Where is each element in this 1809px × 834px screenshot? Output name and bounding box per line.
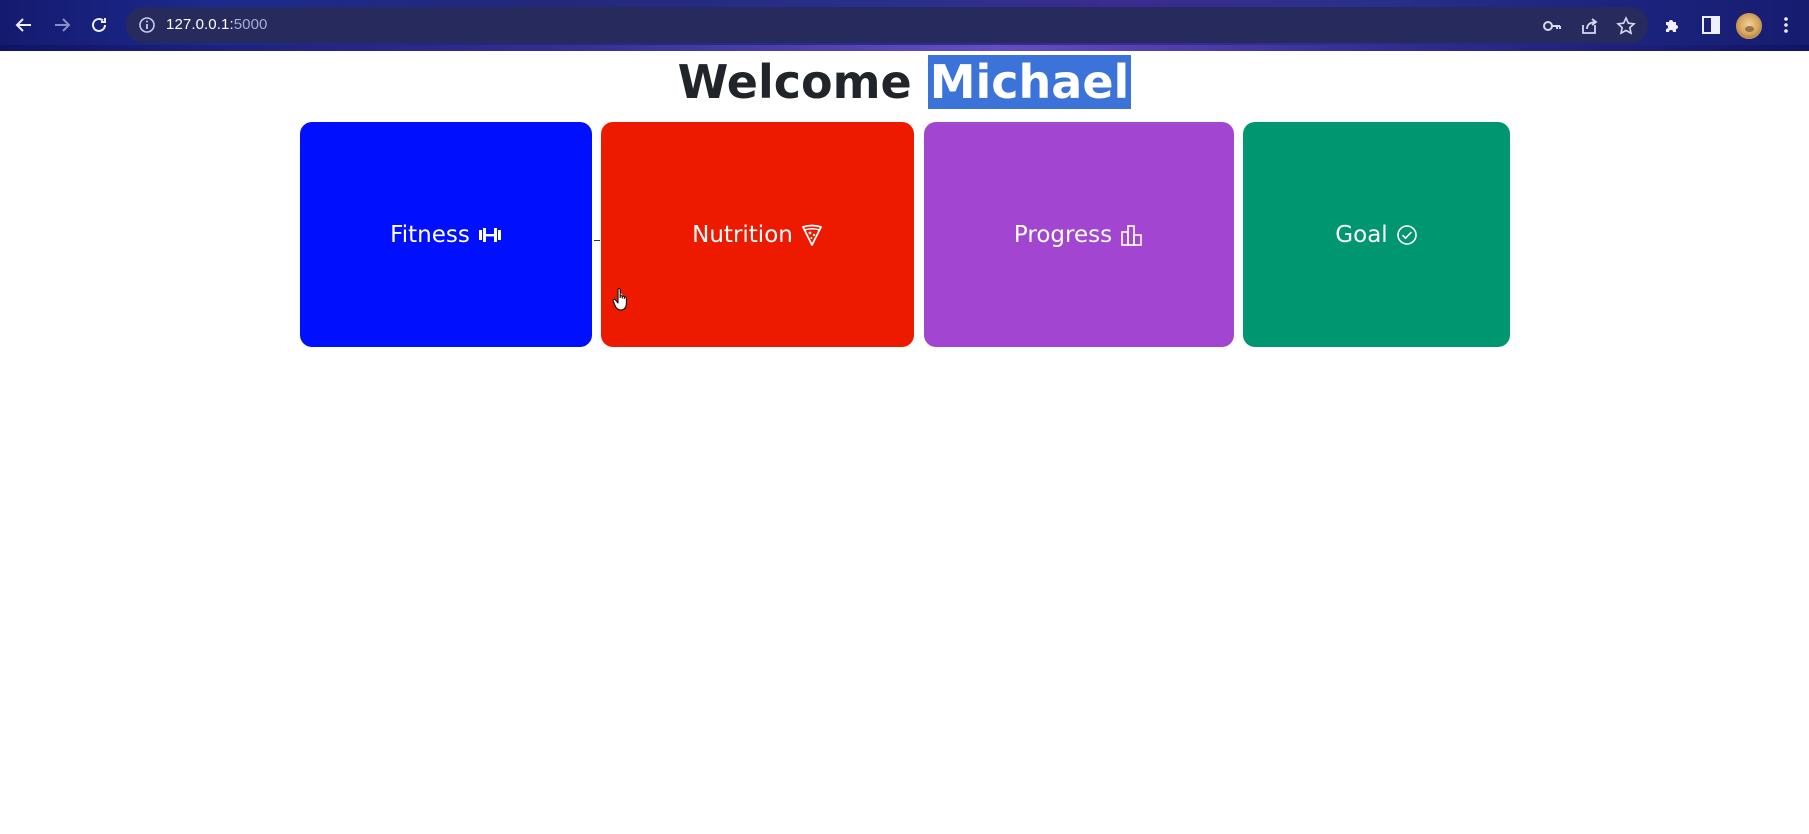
extensions-icon[interactable] bbox=[1662, 14, 1684, 36]
nutrition-card[interactable]: Nutrition bbox=[601, 122, 914, 347]
stray-dash bbox=[594, 240, 600, 241]
reload-icon bbox=[92, 17, 106, 32]
forward-icon bbox=[55, 18, 71, 32]
goal-card[interactable]: Goal bbox=[1243, 122, 1510, 347]
forward-button[interactable] bbox=[47, 10, 77, 40]
browser-toolbar: 127.0.0.1:5000 bbox=[0, 0, 1809, 51]
sidepanel-icon[interactable] bbox=[1700, 14, 1722, 36]
url-port: 5000 bbox=[233, 16, 268, 33]
bar-chart-icon bbox=[1121, 224, 1142, 246]
back-button[interactable] bbox=[9, 10, 39, 40]
user-name: Michael bbox=[927, 55, 1132, 109]
goal-label: Goal bbox=[1335, 221, 1388, 248]
share-icon[interactable] bbox=[1579, 16, 1599, 36]
progress-card[interactable]: Progress bbox=[924, 122, 1234, 347]
url-host: 127.0.0.1: bbox=[166, 16, 234, 33]
check-circle-icon bbox=[1396, 224, 1417, 245]
reload-button[interactable] bbox=[84, 10, 114, 40]
profile-avatar[interactable] bbox=[1736, 13, 1762, 39]
nutrition-label: Nutrition bbox=[692, 221, 793, 248]
url-text[interactable]: 127.0.0.1:5000 bbox=[166, 16, 268, 33]
fitness-label: Fitness bbox=[390, 221, 470, 248]
info-icon[interactable] bbox=[138, 16, 156, 34]
menu-icon[interactable] bbox=[1775, 14, 1797, 36]
welcome-text: Welcome bbox=[677, 55, 912, 109]
pizza-icon bbox=[801, 224, 822, 246]
page-title: Welcome Michael bbox=[0, 52, 1809, 112]
star-icon[interactable] bbox=[1616, 16, 1636, 36]
address-bar[interactable]: 127.0.0.1:5000 bbox=[126, 7, 1648, 43]
hand-cursor-icon bbox=[612, 288, 627, 311]
key-icon[interactable] bbox=[1542, 16, 1562, 36]
progress-label: Progress bbox=[1013, 221, 1113, 248]
dumbbell-icon bbox=[478, 227, 501, 242]
back-icon bbox=[15, 18, 31, 32]
fitness-card[interactable]: Fitness bbox=[300, 122, 592, 347]
